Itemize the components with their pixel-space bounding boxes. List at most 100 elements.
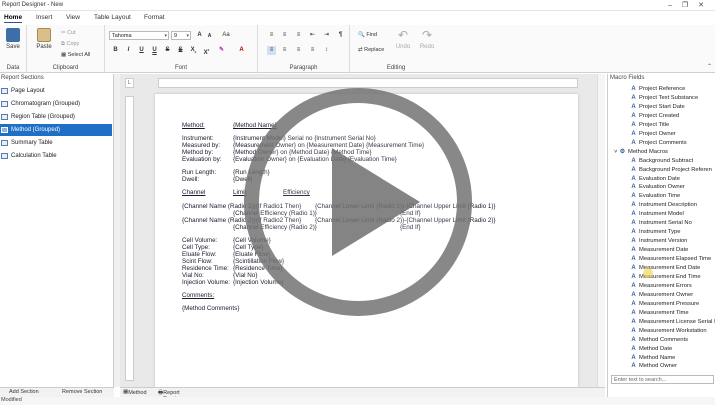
subscript-icon[interactable]: X2: [189, 46, 198, 55]
save-button[interactable]: Save: [2, 28, 24, 50]
macro-field-item[interactable]: A Instrument Serial No: [630, 219, 715, 228]
macro-field-item[interactable]: A Project Owner: [630, 130, 715, 139]
numbering-icon[interactable]: ≡: [280, 31, 289, 40]
align-left-icon[interactable]: ≡: [267, 46, 276, 55]
paste-button[interactable]: Paste: [33, 28, 55, 50]
macro-field-item[interactable]: A Evaluation Date: [630, 175, 715, 184]
bullets-icon[interactable]: ≡: [267, 31, 276, 40]
section-item-method[interactable]: Method (Grouped): [0, 124, 112, 136]
justify-icon[interactable]: ≡: [308, 46, 317, 55]
macro-field-item[interactable]: A Instrument Model: [630, 210, 715, 219]
tab-home[interactable]: Home: [4, 14, 23, 23]
macro-field-item[interactable]: A Measurement Elapsed Time: [630, 255, 715, 264]
macro-field-item[interactable]: A Method Owner: [630, 362, 715, 371]
close-icon[interactable]: ✕: [696, 1, 706, 10]
decrease-indent-icon[interactable]: ⇤: [308, 31, 317, 40]
macro-field-item[interactable]: A Project Title: [630, 121, 715, 130]
macro-field-item[interactable]: A Measurement Pressure: [630, 300, 715, 309]
macro-field-item[interactable]: A Measurement Owner: [630, 291, 715, 300]
macro-field-item[interactable]: A Measurement Workstation: [630, 327, 715, 336]
add-section-button[interactable]: Add Section: [9, 389, 39, 395]
strikethrough-icon[interactable]: S: [163, 46, 172, 55]
macro-field-label: Evaluation Date: [639, 175, 680, 182]
macro-field-item[interactable]: A Project Start Date: [630, 103, 715, 112]
section-item-calculation-table[interactable]: Calculation Table: [0, 150, 112, 162]
play-button-overlay[interactable]: [244, 88, 472, 316]
macro-field-item[interactable]: A Instrument Type: [630, 228, 715, 237]
macro-field-item[interactable]: A Project Created: [630, 112, 715, 121]
macro-field-item[interactable]: A Background Project Referen: [630, 166, 715, 175]
line-spacing-icon[interactable]: ↕: [322, 46, 331, 55]
minimize-icon[interactable]: –: [665, 1, 675, 10]
bold-icon[interactable]: B: [111, 46, 120, 55]
restore-icon[interactable]: ❐: [680, 1, 690, 10]
collapse-ribbon-icon[interactable]: ⌃: [707, 63, 712, 70]
vertical-ruler[interactable]: [125, 96, 134, 381]
grow-font-icon[interactable]: A: [195, 31, 204, 40]
change-case-icon[interactable]: Aa: [219, 31, 233, 40]
section-item-summary-table[interactable]: Summary Table: [0, 137, 112, 149]
find-label: Find: [366, 32, 378, 38]
macro-field-item[interactable]: A Measurement Date: [630, 246, 715, 255]
tab-format[interactable]: Format: [144, 14, 165, 21]
macro-field-item[interactable]: A Project Text Substance: [630, 94, 715, 103]
tab-method-label: Method: [128, 390, 147, 396]
align-right-icon[interactable]: ≡: [294, 46, 303, 55]
font-color-icon[interactable]: A: [237, 46, 246, 55]
tab-insert[interactable]: Insert: [36, 14, 52, 21]
macro-field-item[interactable]: A Method Comments: [630, 336, 715, 345]
macro-field-item[interactable]: A Instrument Description: [630, 201, 715, 210]
macro-field-label: Project Reference: [639, 86, 686, 92]
macro-field-item[interactable]: A Project Comments: [630, 139, 715, 148]
injection-volume-label: Injection Volume:: [182, 279, 230, 286]
select-all-button[interactable]: ▦ Select All: [61, 52, 90, 58]
remove-section-button[interactable]: Remove Section: [62, 389, 102, 395]
eluate-flow-label: Eluate Flow:: [182, 251, 217, 258]
align-center-icon[interactable]: ≡: [280, 46, 289, 55]
copy-button[interactable]: ⧉ Copy: [61, 41, 79, 48]
pilcrow-icon[interactable]: ¶: [336, 31, 345, 40]
macro-field-item[interactable]: A Evaluation Time: [630, 192, 715, 201]
macro-field-item[interactable]: A Instrument Version: [630, 237, 715, 246]
macro-field-item[interactable]: A Evaluation Owner: [630, 183, 715, 192]
section-label: Calculation Table: [11, 153, 57, 159]
macro-field-item[interactable]: A Project Reference: [630, 85, 715, 94]
redo-button[interactable]: ↷ Redo: [416, 28, 438, 50]
document-scrollbar[interactable]: [597, 74, 605, 387]
double-strikethrough-icon[interactable]: S: [176, 46, 185, 55]
macro-field-item[interactable]: A Method Name: [630, 354, 715, 363]
highlight-icon[interactable]: ✎: [217, 46, 226, 55]
tab-view[interactable]: View: [66, 14, 80, 21]
group-editing-label: Editing: [386, 65, 406, 71]
multilevel-list-icon[interactable]: ≡: [294, 31, 303, 40]
double-underline-icon[interactable]: U: [150, 46, 159, 55]
font-size-select[interactable]: 9 ▾: [171, 31, 191, 40]
replace-button[interactable]: ⇄ Replace: [358, 47, 384, 53]
macro-field-item[interactable]: A Measurement Errors: [630, 282, 715, 291]
cut-button[interactable]: ✂ Cut: [61, 30, 76, 36]
section-item-region-table[interactable]: Region Table (Grouped): [0, 111, 112, 123]
superscript-icon[interactable]: X2: [202, 46, 211, 56]
section-item-chromatogram[interactable]: Chromatogram (Grouped): [0, 98, 112, 110]
horizontal-ruler[interactable]: [158, 78, 578, 88]
tab-table-layout[interactable]: Table Layout: [94, 14, 131, 21]
font-family-select[interactable]: Tahoma ▾: [109, 31, 169, 40]
section-item-page-layout[interactable]: Page Layout: [0, 85, 112, 97]
paste-label: Paste: [36, 44, 52, 50]
italic-icon[interactable]: I: [124, 46, 133, 55]
tab-stop-selector[interactable]: L: [125, 78, 134, 88]
shrink-font-icon[interactable]: A: [205, 32, 214, 41]
macro-field-item[interactable]: A Background Subtract: [630, 157, 715, 166]
undo-button[interactable]: ↶ Undo: [392, 28, 414, 50]
find-button[interactable]: 🔍 Find: [358, 32, 377, 38]
section-label: Method (Grouped): [11, 127, 61, 133]
tab-method[interactable]: ▦ Method: [123, 389, 147, 396]
macro-group[interactable]: ˅ ⚙ Method Macros: [614, 148, 715, 157]
macro-field-item[interactable]: A Measurement License Serial N: [630, 318, 715, 327]
macro-field-item[interactable]: A Measurement Time: [630, 309, 715, 318]
underline-icon[interactable]: U: [137, 46, 146, 55]
macro-field-item[interactable]: A Method Date: [630, 345, 715, 354]
macro-search-input[interactable]: Enter text to search...: [611, 375, 714, 384]
increase-indent-icon[interactable]: ⇥: [322, 31, 331, 40]
text-field-icon: A: [631, 256, 636, 263]
